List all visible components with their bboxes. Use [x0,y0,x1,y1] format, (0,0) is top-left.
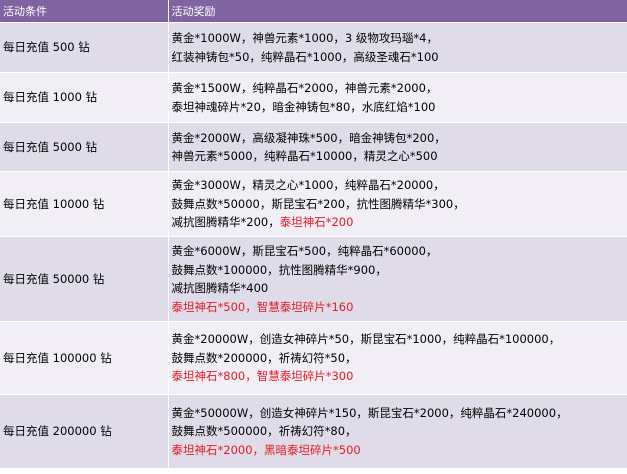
table-row: 每日充值 5000 钻黄金*2000W，高级凝神珠*500，暗金神铸包*200，… [0,122,627,172]
condition-cell: 每日充值 200000 钻 [0,394,169,469]
reward-cell: 黄金*1500W，纯粹晶石*2000，神兽元素*2000， 泰坦神魂碎片*20，暗… [168,72,627,123]
condition-cell: 每日充值 500 钻 [0,22,169,73]
reward-cell: 黄金*20000W，创造女神碎片*50，斯昆宝石*1000，纯粹晶石*10000… [168,321,627,395]
reward-cell: 黄金*1000W，神兽元素*1000，3 级物攻玛瑙*4， 红装神铸包*50，纯粹… [168,22,627,73]
reward-line: 泰坦神魂碎片*20，暗金神铸包*80，水底红焰*100 [172,98,627,117]
reward-highlight-text: 泰坦神石*800，智慧泰坦碎片*300 [171,369,354,384]
reward-text: 黄金*2000W，高级凝神珠*500，暗金神铸包*200， [171,130,446,145]
reward-text: 黄金*20000W，创造女神碎片*50，斯昆宝石*1000，纯粹晶石*10000… [171,332,561,347]
reward-table: 活动条件 活动奖励 每日充值 500 钻黄金*1000W，神兽元素*1000，3… [0,0,627,469]
reward-text: 鼓舞点数*500000，祈祷幻符*80， [171,424,357,439]
table-header-row: 活动条件 活动奖励 [0,0,627,23]
reward-line: 黄金*20000W，创造女神碎片*50，斯昆宝石*1000，纯粹晶石*10000… [172,330,627,349]
reward-line: 黄金*50000W，创造女神碎片*150，斯昆宝石*2000，纯粹晶石*2400… [172,404,627,423]
reward-line: 泰坦神石*2000，黑暗泰坦碎片*500 [172,441,627,460]
table-row: 每日充值 500 钻黄金*1000W，神兽元素*1000，3 级物攻玛瑙*4， 红… [0,22,627,73]
reward-text: 黄金*1000W，神兽元素*1000，3 级物攻玛瑙*4， [171,31,438,45]
reward-cell: 黄金*3000W，精灵之心*1000，纯粹晶石*20000， 鼓舞点数*50000… [168,171,627,237]
reward-line: 黄金*3000W，精灵之心*1000，纯粹晶石*20000， [172,176,627,195]
reward-cell: 黄金*2000W，高级凝神珠*500，暗金神铸包*200， 神兽元素*5000，纯… [168,122,627,172]
reward-text: 黄金*1500W，纯粹晶石*2000，神兽元素*2000， [171,81,438,95]
table-row: 每日充值 100000 钻黄金*20000W，创造女神碎片*50，斯昆宝石*10… [0,321,627,395]
header-reward: 活动奖励 [168,0,627,23]
reward-line: 黄金*2000W，高级凝神珠*500，暗金神铸包*200， [172,129,627,148]
condition-cell: 每日充值 10000 钻 [0,171,169,237]
reward-text: 黄金*50000W，创造女神碎片*150，斯昆宝石*2000，纯粹晶石*2400… [171,405,568,420]
reward-line: 鼓舞点数*200000，祈祷幻符*50， [172,349,627,368]
reward-text: 神兽元素*5000，纯粹晶石*10000，精灵之心*500 [171,149,438,163]
reward-line: 黄金*1000W，神兽元素*1000，3 级物攻玛瑙*4， [172,29,627,48]
condition-cell: 每日充值 50000 钻 [0,236,169,322]
table-body: 每日充值 500 钻黄金*1000W，神兽元素*1000，3 级物攻玛瑙*4， 红… [0,22,627,469]
reward-text: 红装神铸包*50，纯粹晶石*1000，高级圣魂石*100 [171,49,439,64]
reward-line: 减抗图腾精华*200，泰坦神石*200 [172,213,627,232]
reward-line: 黄金*6000W，斯昆宝石*500，纯粹晶石*60000， [172,242,627,261]
reward-line: 泰坦神石*500，智慧泰坦碎片*160 [172,298,627,317]
reward-highlight-text: 泰坦神石*2000，黑暗泰坦碎片*500 [171,442,361,457]
reward-text: 减抗图腾精华*200， [171,215,280,230]
reward-text: 鼓舞点数*200000，祈祷幻符*50， [171,350,357,365]
reward-text: 减抗图腾精华*400 [171,281,269,295]
reward-highlight-text: 泰坦神石*200 [279,215,354,230]
reward-text: 黄金*6000W，斯昆宝石*500，纯粹晶石*60000， [171,244,438,258]
table-row: 每日充值 10000 钻黄金*3000W，精灵之心*1000，纯粹晶石*2000… [0,171,627,237]
reward-line: 泰坦神石*800，智慧泰坦碎片*300 [172,367,627,386]
reward-line: 鼓舞点数*50000，斯昆宝石*200，抗性图腾精华*300， [172,195,627,214]
condition-cell: 每日充值 1000 钻 [0,72,169,123]
reward-line: 红装神铸包*50，纯粹晶石*1000，高级圣魂石*100 [172,48,627,67]
condition-cell: 每日充值 5000 钻 [0,122,169,172]
header-condition: 活动条件 [0,0,169,23]
reward-cell: 黄金*6000W，斯昆宝石*500，纯粹晶石*60000， 鼓舞点数*100000… [168,236,627,322]
reward-text: 泰坦神魂碎片*20，暗金神铸包*80，水底红焰*100 [171,99,436,114]
table-row: 每日充值 200000 钻黄金*50000W，创造女神碎片*150，斯昆宝石*2… [0,394,627,469]
reward-text: 黄金*3000W，精灵之心*1000，纯粹晶石*20000， [171,178,445,193]
reward-line: 鼓舞点数*100000，抗性图腾精华*900， [172,261,627,280]
reward-highlight-text: 泰坦神石*500，智慧泰坦碎片*160 [171,299,354,314]
reward-text: 鼓舞点数*50000，斯昆宝石*200，抗性图腾精华*300， [171,196,465,211]
reward-line: 黄金*1500W，纯粹晶石*2000，神兽元素*2000， [172,79,627,98]
condition-cell: 每日充值 100000 钻 [0,321,169,395]
table-row: 每日充值 50000 钻黄金*6000W，斯昆宝石*500，纯粹晶石*60000… [0,236,627,322]
reward-line: 神兽元素*5000，纯粹晶石*10000，精灵之心*500 [172,147,627,166]
reward-line: 鼓舞点数*500000，祈祷幻符*80， [172,422,627,441]
reward-text: 鼓舞点数*100000，抗性图腾精华*900， [171,262,387,277]
reward-cell: 黄金*50000W，创造女神碎片*150，斯昆宝石*2000，纯粹晶石*2400… [168,394,627,469]
reward-line: 减抗图腾精华*400 [172,279,627,298]
table-row: 每日充值 1000 钻黄金*1500W，纯粹晶石*2000，神兽元素*2000，… [0,72,627,123]
